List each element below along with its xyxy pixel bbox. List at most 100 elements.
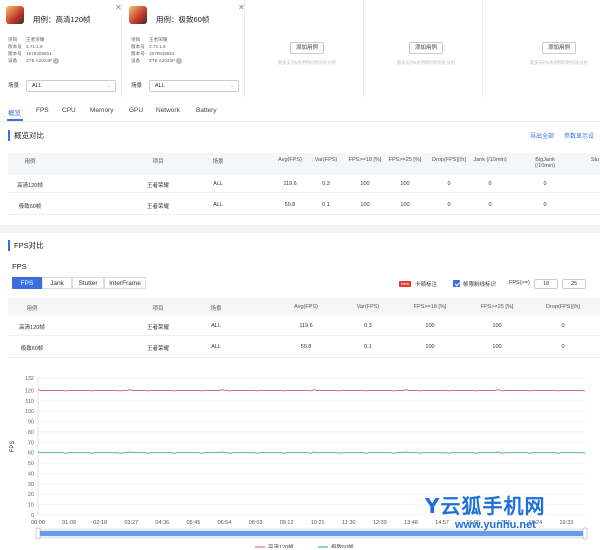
table-cell: 高清120帧	[19, 325, 45, 331]
table-cell: 100	[425, 323, 435, 329]
subtab-jank[interactable]: Jank	[42, 277, 72, 289]
table-header-cell: Avg(FPS)	[278, 157, 302, 163]
add-slot-1: 添加用例 最多支持5条用例同时对比分析	[246, 0, 364, 97]
table-header-cell: BigJank (/10min)	[534, 157, 556, 169]
tab-memory[interactable]: Memory	[90, 107, 113, 114]
x-tick-label: 11:30	[342, 520, 355, 526]
tab-gpu[interactable]: GPU	[129, 107, 143, 114]
legend-label: 高清120帧	[268, 543, 294, 548]
y-tick-label: 0	[31, 513, 34, 519]
watermark-url: www.yunhu.net	[455, 519, 536, 531]
table-header-cell: 项目	[152, 159, 164, 165]
table-cell: 王者荣耀	[146, 183, 169, 189]
x-tick-label: 06:54	[218, 520, 232, 526]
table-cell: 0	[447, 181, 451, 187]
fps-threshold-1-input[interactable]: 18	[534, 279, 558, 289]
y-tick-label: 20	[28, 492, 34, 498]
table-header-cell: FPS>=18 [%]	[348, 157, 382, 163]
scene-select[interactable]: ALL ⌄	[149, 80, 239, 92]
subtab-stutter[interactable]: Stutter	[72, 277, 104, 289]
tab-overview[interactable]: 概览	[8, 107, 21, 117]
add-case-button[interactable]: 添加用例	[542, 42, 576, 54]
scene-label: 场景	[8, 83, 20, 89]
y-tick-label: 90	[28, 420, 34, 426]
close-icon[interactable]: ✕	[115, 3, 122, 12]
table-cell: 100	[360, 202, 370, 208]
tab-fps[interactable]: FPS	[36, 107, 49, 114]
add-slot-2: 添加用例 最多支持5条用例同时对比分析	[365, 0, 483, 97]
table-cell: 100	[425, 344, 435, 350]
table-cell: 0	[561, 344, 565, 350]
y-tick-label: 100	[25, 409, 34, 415]
fps-section-title: FPS对比	[8, 240, 44, 251]
subtab-fps[interactable]: FPS	[12, 277, 42, 289]
table-cell: 100	[400, 181, 410, 187]
table-header-cell: Avg(FPS)	[294, 304, 318, 310]
y-tick-label: 132	[25, 376, 34, 382]
y-tick-label: 60	[28, 451, 34, 457]
table-cell: 0	[561, 323, 565, 329]
table-header-cell: Var(FPS)	[356, 304, 380, 310]
tab-battery[interactable]: Battery	[196, 107, 217, 114]
fps-threshold-2-input[interactable]: 25	[562, 279, 586, 289]
overview-title: 概览对比	[8, 130, 44, 141]
case-title: 用例：极致60帧	[156, 15, 210, 24]
x-tick-label: 04:36	[155, 520, 169, 526]
table-cell: 119.6	[299, 323, 313, 329]
table-header-cell: Stu	[590, 157, 600, 163]
x-tick-label: 00:00	[31, 520, 45, 526]
table-cell: 100	[492, 344, 502, 350]
table-cell: ALL	[211, 323, 221, 329]
scene-select[interactable]: ALL ⌄	[26, 80, 116, 92]
table-cell: 0.1	[364, 344, 372, 350]
subtab-interframe[interactable]: InterFrame	[104, 277, 146, 289]
y-tick-label: 70	[28, 440, 34, 446]
table-header-cell: 场景	[210, 306, 222, 312]
y-tick-label: 40	[28, 471, 34, 477]
table-header-cell: Drop(FPS)[/h]	[546, 304, 580, 310]
add-case-button[interactable]: 添加用例	[409, 42, 443, 54]
add-case-button[interactable]: 添加用例	[290, 42, 324, 54]
table-cell: 王者荣耀	[146, 325, 169, 331]
watermark: Y云狐手机网 www.yunhu.net	[425, 490, 595, 534]
zoom-slider-handle-left	[35, 527, 41, 540]
stutter-mark-label[interactable]: 卡顿标注	[415, 280, 437, 288]
table-cell: 0	[488, 181, 492, 187]
y-tick-label: 10	[28, 503, 34, 509]
table-cell: ALL	[211, 344, 221, 350]
x-tick-label: 13:48	[404, 520, 418, 526]
table-header-cell: 用例	[24, 159, 36, 165]
table-header-cell: FPS>=25 [%]	[388, 157, 422, 163]
table-header-cell: Drop(FPS)[/h]	[432, 157, 466, 163]
x-tick-label: 02:18	[93, 520, 107, 526]
x-tick-label: 05:45	[187, 520, 201, 526]
table-cell: 59.8	[284, 202, 296, 208]
table-cell: 高清120帧	[17, 183, 43, 189]
y-tick-label: 110	[25, 399, 34, 405]
game-avatar-icon	[6, 6, 24, 24]
tab-network[interactable]: Network	[156, 107, 180, 114]
table-cell: 王者荣耀	[146, 346, 169, 352]
table-header-cell: 场景	[212, 159, 224, 165]
table-cell: 极致60帧	[20, 346, 44, 352]
active-tab-underline	[7, 119, 23, 121]
tab-cpu[interactable]: CPU	[62, 107, 76, 114]
frame-limit-label: 帧限制线标识	[463, 282, 497, 288]
frame-limit-checkbox[interactable]	[453, 280, 460, 287]
scene-label: 场景	[131, 83, 143, 89]
table-cell: 0.1	[322, 202, 330, 208]
chevron-down-icon: ⌄	[229, 83, 234, 89]
param-settings-link[interactable]: 参数显示设	[564, 131, 594, 140]
y-tick-label: 50	[28, 461, 34, 467]
close-icon[interactable]: ✕	[238, 3, 245, 12]
export-all-link[interactable]: 导出全部	[530, 131, 554, 140]
table-cell: 119.6	[283, 181, 297, 187]
case-card-2: 用例：极致60帧 ✕ 项目 王者荣耀 版本号 3.75.1.8 版本号 1579549…	[123, 0, 245, 97]
table-cell: 100	[360, 181, 370, 187]
chevron-down-icon: ⌄	[106, 83, 111, 89]
table-cell: 0.3	[322, 181, 330, 187]
section-divider	[0, 225, 600, 233]
table-header-cell: Var(FPS)	[314, 157, 338, 163]
x-tick-label: 12:39	[373, 520, 387, 526]
game-avatar-icon	[129, 6, 147, 24]
